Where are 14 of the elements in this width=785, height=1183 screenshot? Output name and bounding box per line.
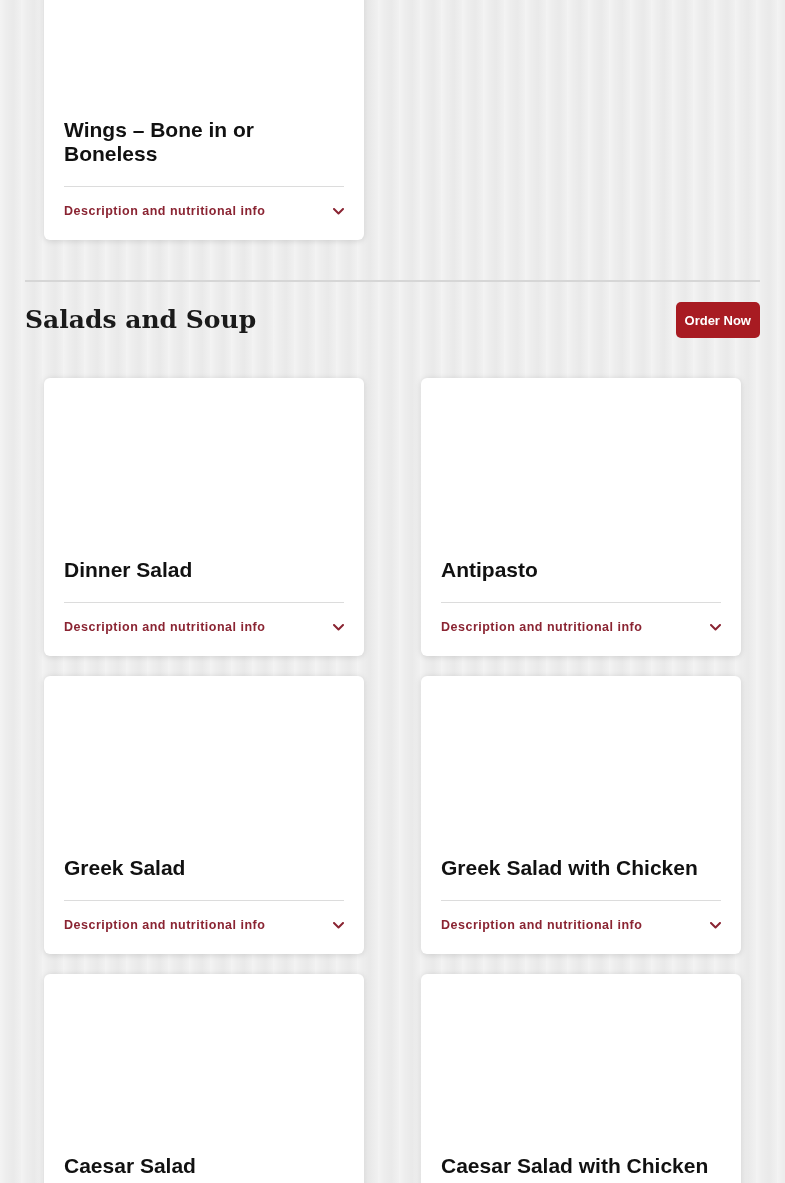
details-toggle[interactable]: Description and nutritional info bbox=[441, 603, 721, 656]
item-name: Dinner Salad bbox=[64, 558, 194, 582]
item-name: Antipasto bbox=[441, 558, 539, 582]
details-toggle[interactable]: Description and nutritional info bbox=[441, 901, 721, 954]
item-name: Greek Salad with Chicken bbox=[441, 856, 699, 880]
item-name: Caesar Salad with Chicken bbox=[441, 1154, 710, 1178]
item-name: Greek Salad bbox=[64, 856, 187, 880]
details-toggle[interactable]: Description and nutritional info bbox=[64, 603, 344, 656]
order-now-button[interactable]: Order Now bbox=[675, 302, 760, 338]
item-name: Wings – Bone in or Boneless bbox=[64, 118, 255, 166]
section-heading: Salads and Soup bbox=[25, 304, 257, 336]
item-name: Caesar Salad bbox=[64, 1154, 197, 1178]
details-toggle[interactable]: Description and nutritional info bbox=[64, 901, 344, 954]
details-toggle[interactable]: Description and nutritional info bbox=[64, 187, 344, 240]
